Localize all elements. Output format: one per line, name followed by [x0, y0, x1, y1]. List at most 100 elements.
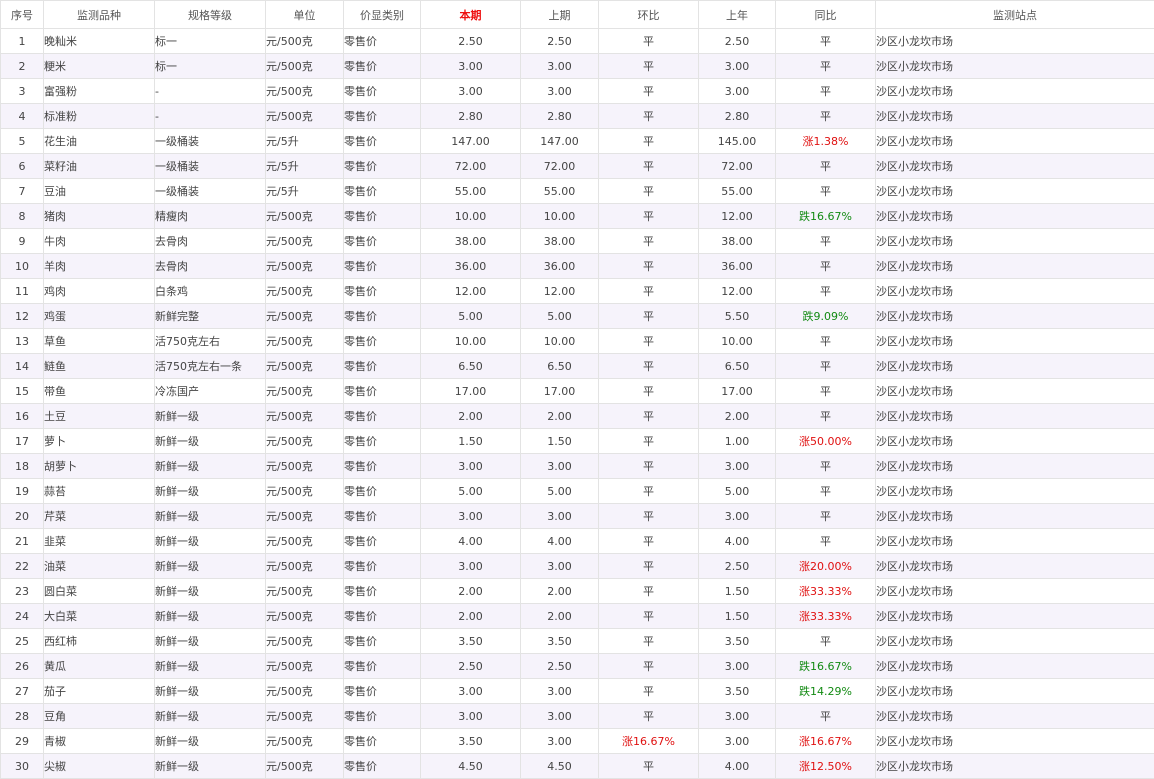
cell-unit: 元/500克 [265, 503, 344, 529]
cell-previous: 3.50 [520, 628, 599, 654]
cell-grade: 新鲜一级 [154, 728, 266, 754]
cell-last-year: 4.00 [698, 753, 776, 779]
cell-variety: 大白菜 [43, 603, 155, 629]
cell-station: 沙区小龙坎市场 [875, 428, 1154, 454]
cell-serial: 21 [0, 528, 44, 554]
cell-current: 3.00 [420, 453, 521, 479]
cell-grade: 活750克左右 [154, 328, 266, 354]
cell-previous: 17.00 [520, 378, 599, 404]
header-current-period: 本期 [420, 0, 521, 29]
cell-serial: 2 [0, 53, 44, 79]
cell-previous: 5.00 [520, 303, 599, 329]
cell-station: 沙区小龙坎市场 [875, 503, 1154, 529]
cell-station: 沙区小龙坎市场 [875, 128, 1154, 154]
cell-grade: 一级桶装 [154, 128, 266, 154]
cell-price-type: 零售价 [343, 128, 421, 154]
cell-serial: 13 [0, 328, 44, 354]
cell-previous: 2.00 [520, 578, 599, 604]
cell-price-type: 零售价 [343, 378, 421, 404]
header-station: 监测站点 [875, 0, 1154, 29]
cell-year-change: 平 [775, 153, 876, 179]
cell-grade: 新鲜一级 [154, 403, 266, 429]
cell-current: 3.00 [420, 703, 521, 729]
cell-year-change: 平 [775, 478, 876, 504]
cell-serial: 4 [0, 103, 44, 129]
cell-unit: 元/500克 [265, 678, 344, 704]
cell-unit: 元/500克 [265, 703, 344, 729]
cell-station: 沙区小龙坎市场 [875, 553, 1154, 579]
cell-station: 沙区小龙坎市场 [875, 328, 1154, 354]
table-row: 16 土豆 新鲜一级 元/500克 零售价 2.00 2.00 平 2.00 平沙区小龙坎市场 [0, 403, 1154, 429]
cell-unit: 元/500克 [265, 328, 344, 354]
cell-variety: 韭菜 [43, 528, 155, 554]
cell-variety: 芹菜 [43, 503, 155, 529]
cell-grade: 新鲜完整 [154, 303, 266, 329]
cell-year-change: 跌9.09% [775, 303, 876, 329]
cell-last-year: 17.00 [698, 378, 776, 404]
cell-year-change: 平 [775, 628, 876, 654]
cell-price-type: 零售价 [343, 728, 421, 754]
cell-unit: 元/500克 [265, 28, 344, 54]
cell-period-change: 平 [598, 528, 699, 554]
cell-serial: 11 [0, 278, 44, 304]
cell-serial: 16 [0, 403, 44, 429]
cell-previous: 3.00 [520, 728, 599, 754]
cell-price-type: 零售价 [343, 428, 421, 454]
cell-grade: 冷冻国产 [154, 378, 266, 404]
cell-year-change: 涨16.67% [775, 728, 876, 754]
cell-last-year: 3.00 [698, 453, 776, 479]
table-body: 1 晚籼米 标一 元/500克 零售价 2.50 2.50 平 2.50 平沙区小龙坎市场 2 粳米标… [0, 28, 1154, 779]
cell-year-change: 平 [775, 278, 876, 304]
table-row: 9 牛肉 去骨肉 元/500克 零售价 38.00 38.00 平 38.00 平沙区小龙坎市场 [0, 228, 1154, 254]
cell-previous: 10.00 [520, 203, 599, 229]
cell-previous: 3.00 [520, 453, 599, 479]
cell-previous: 147.00 [520, 128, 599, 154]
cell-variety: 油菜 [43, 553, 155, 579]
cell-year-change: 平 [775, 328, 876, 354]
cell-variety: 猪肉 [43, 203, 155, 229]
cell-current: 55.00 [420, 178, 521, 204]
cell-current: 1.50 [420, 428, 521, 454]
table-row: 4 标准粉 - 元/500克 零售价 2.80 2.80 平 2.80 平沙区小龙坎市场 [0, 103, 1154, 129]
cell-last-year: 10.00 [698, 328, 776, 354]
table-row: 22 油菜 新鲜一级 元/500克 零售价 3.00 3.00 平 2.50 涨20.00% 沙区小… [0, 553, 1154, 579]
table-row: 14 鲢鱼 活750克左右一条 元/500克 零售价 6.50 6.50 平 6.50 平沙区小龙… [0, 353, 1154, 379]
cell-year-change: 涨50.00% [775, 428, 876, 454]
table-row: 25 西红柿 新鲜一级 元/500克 零售价 3.50 3.50 平 3.50 平沙区小龙坎市场 [0, 628, 1154, 654]
cell-serial: 3 [0, 78, 44, 104]
cell-unit: 元/500克 [265, 103, 344, 129]
cell-year-change: 平 [775, 253, 876, 279]
cell-year-change: 平 [775, 53, 876, 79]
cell-current: 3.50 [420, 728, 521, 754]
cell-grade: 新鲜一级 [154, 553, 266, 579]
cell-current: 2.00 [420, 578, 521, 604]
cell-last-year: 2.80 [698, 103, 776, 129]
cell-period-change: 平 [598, 453, 699, 479]
cell-serial: 12 [0, 303, 44, 329]
cell-last-year: 3.50 [698, 678, 776, 704]
cell-period-change: 平 [598, 228, 699, 254]
cell-current: 2.50 [420, 653, 521, 679]
cell-year-change: 平 [775, 78, 876, 104]
cell-current: 147.00 [420, 128, 521, 154]
cell-variety: 标准粉 [43, 103, 155, 129]
cell-last-year: 3.50 [698, 628, 776, 654]
cell-year-change: 平 [775, 703, 876, 729]
cell-year-change: 平 [775, 28, 876, 54]
cell-period-change: 平 [598, 428, 699, 454]
cell-serial: 25 [0, 628, 44, 654]
cell-grade: 新鲜一级 [154, 578, 266, 604]
cell-station: 沙区小龙坎市场 [875, 253, 1154, 279]
cell-current: 3.00 [420, 678, 521, 704]
cell-variety: 圆白菜 [43, 578, 155, 604]
cell-current: 3.00 [420, 503, 521, 529]
cell-grade: 新鲜一级 [154, 678, 266, 704]
cell-current: 3.50 [420, 628, 521, 654]
cell-variety: 豆角 [43, 703, 155, 729]
cell-previous: 3.00 [520, 553, 599, 579]
cell-price-type: 零售价 [343, 528, 421, 554]
cell-serial: 6 [0, 153, 44, 179]
cell-variety: 粳米 [43, 53, 155, 79]
cell-price-type: 零售价 [343, 53, 421, 79]
cell-grade: 去骨肉 [154, 228, 266, 254]
